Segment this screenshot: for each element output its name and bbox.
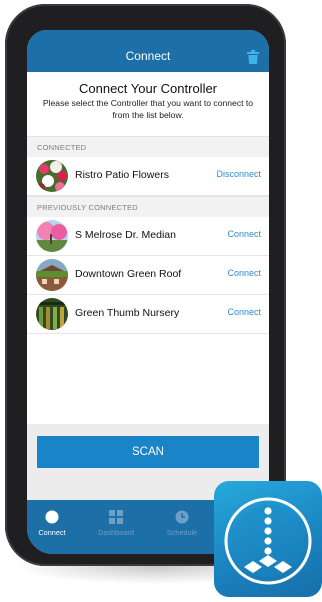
tab-label: Schedule bbox=[166, 528, 198, 537]
controller-row-s-melrose-dr-median[interactable]: S Melrose Dr. Median Connect bbox=[27, 217, 269, 256]
section-header-previously-connected: PREVIOUSLY CONNECTED bbox=[27, 196, 269, 218]
section-header-connected: CONNECTED bbox=[27, 136, 269, 158]
tab-connect[interactable]: Connect bbox=[27, 510, 77, 537]
section-label: CONNECTED bbox=[37, 143, 87, 152]
tab-dashboard[interactable]: Dashboard bbox=[91, 510, 141, 537]
connect-panel: Connect Your Controller Please select th… bbox=[27, 72, 269, 424]
connect-heading: Connect Your Controller bbox=[78, 81, 218, 96]
connect-button[interactable]: Connect bbox=[227, 229, 261, 239]
controller-row-ristro-patio-flowers[interactable]: Ristro Patio Flowers Disconnect bbox=[27, 157, 269, 196]
controller-avatar bbox=[36, 259, 68, 291]
connect-button[interactable]: Connect bbox=[227, 268, 261, 278]
controller-name: Ristro Patio Flowers bbox=[75, 169, 169, 181]
tab-label: Dashboard bbox=[98, 528, 134, 537]
section-label: PREVIOUSLY CONNECTED bbox=[37, 203, 138, 212]
dashboard-grid-icon bbox=[109, 510, 123, 524]
connect-button[interactable]: Connect bbox=[227, 307, 261, 317]
controller-name: Green Thumb Nursery bbox=[75, 307, 180, 319]
tab-label: Connect bbox=[38, 528, 66, 537]
sprinkler-droplets-icon bbox=[224, 497, 312, 585]
controller-avatar bbox=[36, 220, 68, 252]
trash-icon[interactable] bbox=[247, 50, 259, 64]
tab-schedule[interactable]: Schedule bbox=[157, 510, 207, 537]
dot-icon bbox=[45, 510, 59, 524]
clock-icon bbox=[175, 510, 189, 524]
disconnect-button[interactable]: Disconnect bbox=[216, 169, 261, 179]
page-title: Connect bbox=[125, 49, 171, 63]
controller-name: S Melrose Dr. Median bbox=[75, 229, 176, 241]
controller-row-downtown-green-roof[interactable]: Downtown Green Roof Connect bbox=[27, 256, 269, 295]
controller-name: Downtown Green Roof bbox=[75, 268, 182, 280]
scan-button[interactable]: SCAN bbox=[37, 436, 259, 468]
top-bar: Connect bbox=[27, 30, 269, 72]
controller-avatar bbox=[36, 298, 68, 330]
app-screen: Connect Connect Your Controller Please s… bbox=[27, 30, 269, 554]
connect-instructions: Please select the Controller that you wa… bbox=[42, 98, 254, 120]
controller-row-green-thumb-nursery[interactable]: Green Thumb Nursery Connect bbox=[27, 295, 269, 334]
app-logo-badge bbox=[214, 481, 322, 597]
controller-avatar bbox=[36, 160, 68, 192]
